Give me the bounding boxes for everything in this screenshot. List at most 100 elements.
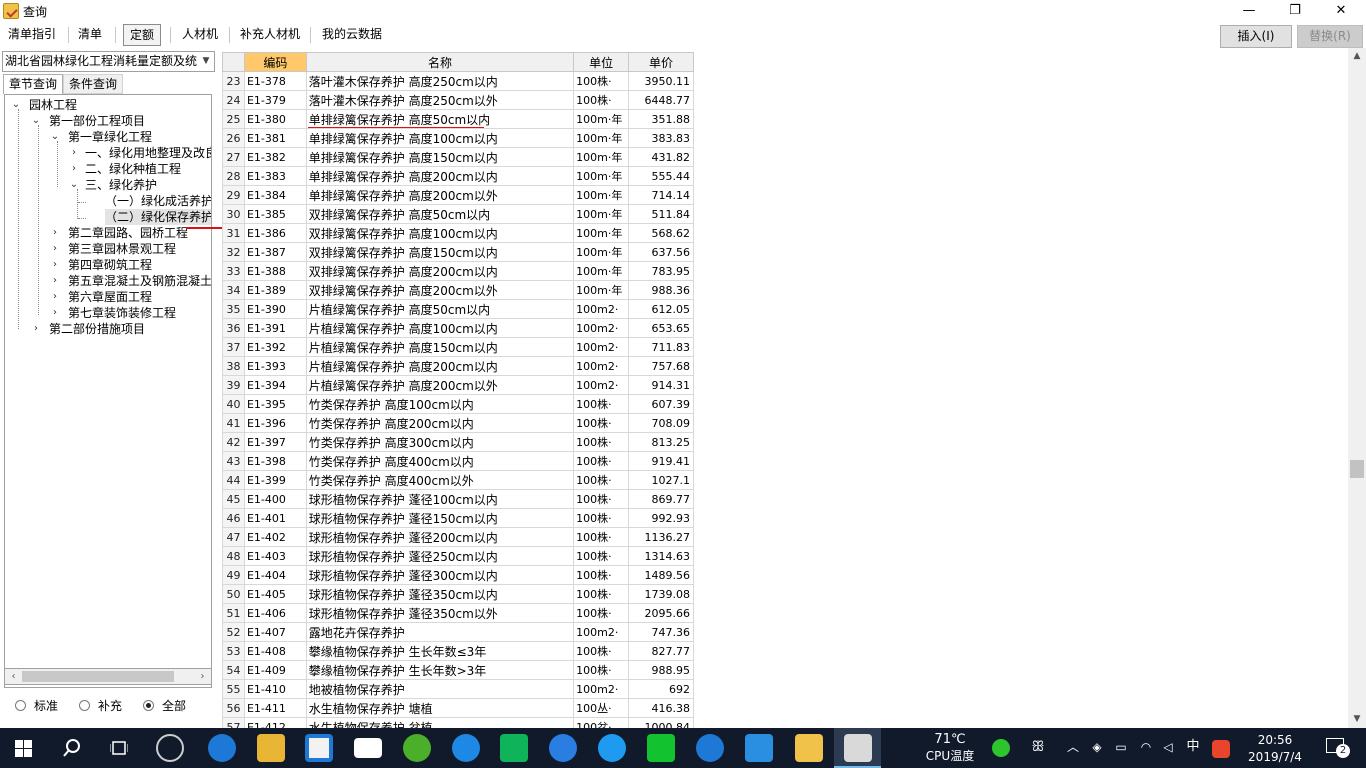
row-index[interactable]: 23 — [222, 71, 245, 91]
video-player-icon[interactable] — [500, 734, 528, 762]
table-row[interactable]: 27 E1-382 单排绿篱保存养护 高度150cm以内 100m·年 431.82 — [222, 147, 694, 167]
row-index[interactable]: 57 — [222, 717, 245, 728]
tab-my-cloud-data[interactable]: 我的云数据 — [316, 24, 388, 46]
table-row[interactable]: 43 E1-398 竹类保存养护 高度400cm以内 100株· 919.41 — [222, 451, 694, 471]
table-row[interactable]: 29 E1-384 单排绿篱保存养护 高度200cm以外 100m·年 714.14 — [222, 185, 694, 205]
row-price[interactable]: 555.44 — [628, 166, 694, 186]
scroll-up-icon[interactable]: ▲ — [1348, 48, 1366, 65]
row-code[interactable]: E1-386 — [243, 223, 307, 243]
row-unit[interactable]: 100m·年 — [573, 109, 630, 129]
row-unit[interactable]: 100m·年 — [573, 242, 630, 262]
row-name[interactable]: 单排绿篱保存养护 高度50cm以内 — [305, 109, 575, 129]
grid-vertical-scrollbar[interactable]: ▲ ▼ — [1348, 48, 1366, 728]
chevron-right-icon[interactable]: › — [69, 145, 79, 161]
chevron-right-icon[interactable]: › — [50, 289, 60, 305]
volume-icon[interactable]: ◁ — [1160, 740, 1176, 754]
wifi-icon[interactable]: ◠ — [1138, 740, 1154, 754]
minimize-button[interactable]: — — [1226, 0, 1272, 22]
store-icon[interactable] — [305, 734, 333, 762]
ie-browser-icon[interactable] — [598, 734, 626, 762]
scroll-down-icon[interactable]: ▼ — [1348, 711, 1366, 728]
row-unit[interactable]: 100m·年 — [573, 261, 630, 281]
row-price[interactable]: 711.83 — [628, 337, 694, 357]
row-code[interactable]: E1-380 — [243, 109, 307, 129]
row-code[interactable]: E1-406 — [243, 603, 307, 623]
scroll-right-icon[interactable]: › — [194, 669, 211, 684]
row-code[interactable]: E1-384 — [243, 185, 307, 205]
row-index[interactable]: 40 — [222, 394, 245, 414]
task-view-icon[interactable] — [110, 740, 128, 756]
chevron-right-icon[interactable]: › — [50, 225, 60, 241]
row-price[interactable]: 1027.1 — [628, 470, 694, 490]
iqiyi-icon[interactable] — [647, 734, 675, 762]
row-price[interactable]: 813.25 — [628, 432, 694, 452]
row-unit[interactable]: 100株· — [573, 584, 630, 604]
row-name[interactable]: 落叶灌木保存养护 高度250cm以外 — [305, 90, 575, 110]
row-index[interactable]: 24 — [222, 90, 245, 110]
column-header-name[interactable]: 名称 — [305, 52, 575, 72]
row-name[interactable]: 双排绿篱保存养护 高度50cm以内 — [305, 204, 575, 224]
battery-icon[interactable]: ▭ — [1114, 740, 1128, 754]
chevron-right-icon[interactable]: › — [50, 273, 60, 289]
row-index[interactable]: 34 — [222, 280, 245, 300]
filter-supplement-radio[interactable]: 补充 — [79, 698, 122, 714]
table-row[interactable]: 32 E1-387 双排绿篱保存养护 高度150cm以内 100m·年 637.56 — [222, 242, 694, 262]
row-name[interactable]: 竹类保存养护 高度100cm以内 — [305, 394, 575, 414]
row-index[interactable]: 54 — [222, 660, 245, 680]
replace-button[interactable]: 替换(R) — [1297, 25, 1363, 48]
table-row[interactable]: 24 E1-379 落叶灌木保存养护 高度250cm以外 100株· 6448.77 — [222, 90, 694, 110]
table-row[interactable]: 48 E1-403 球形植物保存养护 蓬径250cm以内 100株· 1314.63 — [222, 546, 694, 566]
table-row[interactable]: 38 E1-393 片植绿篱保存养护 高度200cm以内 100m2· 757.68 — [222, 356, 694, 376]
row-index[interactable]: 33 — [222, 261, 245, 281]
table-row[interactable]: 57 E1-412 水生植物保存养护 盆植 100盆· 1000.84 — [222, 717, 694, 728]
row-index[interactable]: 46 — [222, 508, 245, 528]
chevron-down-icon[interactable]: ⌄ — [31, 113, 41, 129]
green-app-icon[interactable] — [403, 734, 431, 762]
row-name[interactable]: 球形植物保存养护 蓬径200cm以内 — [305, 527, 575, 547]
row-index[interactable]: 43 — [222, 451, 245, 471]
tab-bill[interactable]: 清单 — [72, 24, 108, 46]
row-price[interactable]: 416.38 — [628, 698, 694, 718]
row-price[interactable]: 992.93 — [628, 508, 694, 528]
chevron-right-icon[interactable]: › — [31, 321, 41, 337]
row-code[interactable]: E1-412 — [243, 717, 307, 728]
row-unit[interactable]: 100m·年 — [573, 223, 630, 243]
row-code[interactable]: E1-409 — [243, 660, 307, 680]
row-name[interactable]: 竹类保存养护 高度400cm以外 — [305, 470, 575, 490]
row-price[interactable]: 6448.77 — [628, 90, 694, 110]
row-name[interactable]: 片植绿篱保存养护 高度200cm以内 — [305, 356, 575, 376]
row-name[interactable]: 竹类保存养护 高度400cm以内 — [305, 451, 575, 471]
clock-time[interactable]: 20:56 — [1240, 733, 1310, 747]
chevron-down-icon[interactable]: ⌄ — [50, 129, 60, 145]
row-index[interactable]: 27 — [222, 147, 245, 167]
sogou-input-icon[interactable] — [1212, 740, 1230, 758]
row-code[interactable]: E1-398 — [243, 451, 307, 471]
row-code[interactable]: E1-405 — [243, 584, 307, 604]
row-price[interactable]: 714.14 — [628, 185, 694, 205]
row-index[interactable]: 50 — [222, 584, 245, 604]
filter-all-radio[interactable]: 全部 — [143, 698, 186, 714]
row-name[interactable]: 片植绿篱保存养护 高度200cm以外 — [305, 375, 575, 395]
table-row[interactable]: 55 E1-410 地被植物保存养护 100m2· 692 — [222, 679, 694, 699]
chevron-down-icon[interactable]: ⌄ — [69, 177, 79, 193]
row-code[interactable]: E1-399 — [243, 470, 307, 490]
row-price[interactable]: 757.68 — [628, 356, 694, 376]
t-app-icon[interactable] — [745, 734, 773, 762]
file-explorer-icon[interactable] — [257, 734, 285, 762]
row-code[interactable]: E1-402 — [243, 527, 307, 547]
row-price[interactable]: 988.36 — [628, 280, 694, 300]
row-code[interactable]: E1-385 — [243, 204, 307, 224]
row-unit[interactable]: 100株· — [573, 470, 630, 490]
row-code[interactable]: E1-401 — [243, 508, 307, 528]
row-price[interactable]: 351.88 — [628, 109, 694, 129]
tab-labor-material[interactable]: 人材机 — [176, 24, 224, 46]
filter-standard-radio[interactable]: 标准 — [15, 698, 58, 714]
row-code[interactable]: E1-390 — [243, 299, 307, 319]
row-code[interactable]: E1-403 — [243, 546, 307, 566]
mail-icon[interactable] — [354, 738, 382, 758]
row-index[interactable]: 45 — [222, 489, 245, 509]
row-price[interactable]: 747.36 — [628, 622, 694, 642]
table-row[interactable]: 39 E1-394 片植绿篱保存养护 高度200cm以外 100m2· 914.31 — [222, 375, 694, 395]
row-name[interactable]: 竹类保存养护 高度300cm以内 — [305, 432, 575, 452]
column-header-code[interactable]: 编码 — [243, 52, 307, 72]
